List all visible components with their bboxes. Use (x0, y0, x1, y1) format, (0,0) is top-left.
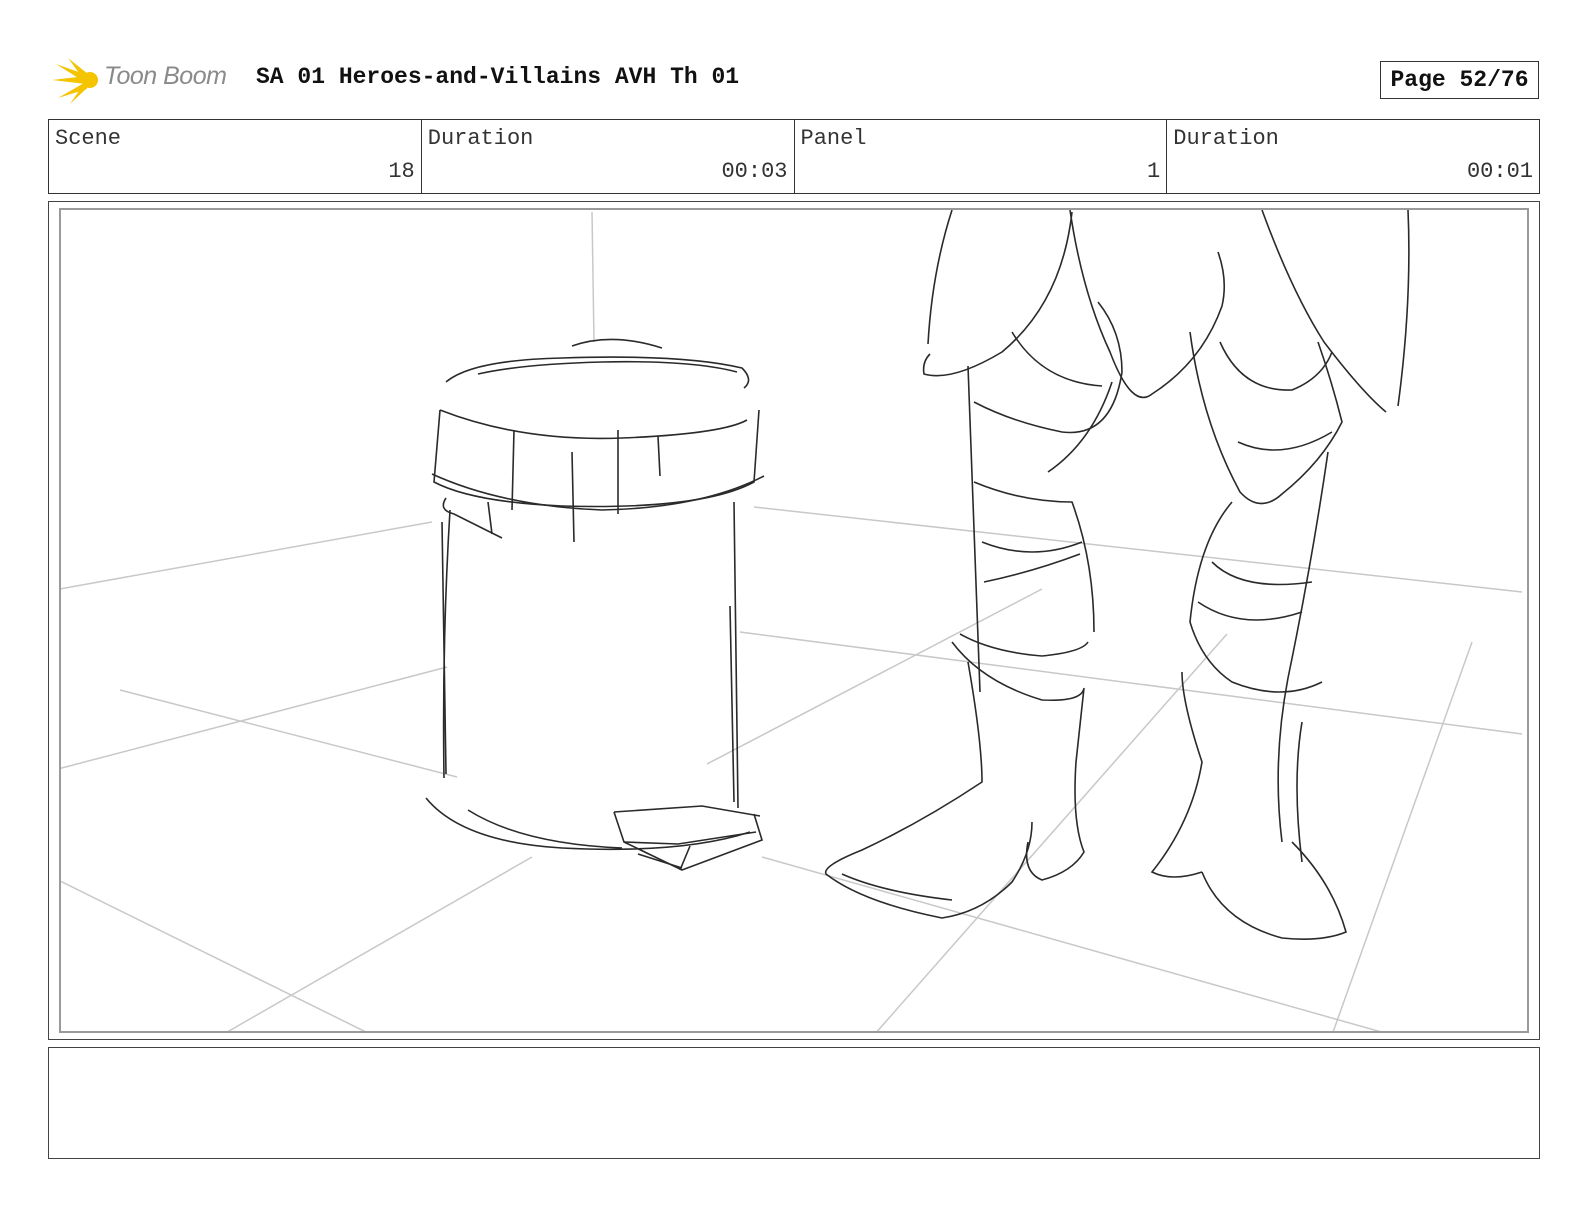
scene-label: Scene (55, 126, 122, 151)
panel-duration-cell: Duration 00:01 (1167, 120, 1539, 193)
storyboard-sketch (61, 210, 1523, 1031)
character-legs-sketch (824, 210, 1410, 940)
scene-duration-value: 00:03 (721, 159, 788, 184)
starburst-icon (52, 58, 98, 104)
scene-value: 18 (388, 159, 415, 184)
panel-info-table: Scene 18 Duration 00:03 Panel 1 Duration… (48, 119, 1540, 194)
panel-image (59, 208, 1529, 1033)
page-number: Page 52/76 (1380, 61, 1539, 99)
panel-notes (48, 1047, 1540, 1159)
scene-duration-label: Duration (427, 126, 534, 151)
document-title: SA 01 Heroes-and-Villains AVH Th 01 (256, 64, 740, 90)
panel-label: Panel (800, 126, 867, 151)
panel-cell: Panel 1 (795, 120, 1168, 193)
floor-guide-lines (61, 211, 1523, 1031)
panel-duration-value: 00:01 (1466, 159, 1533, 184)
logo-text: Toon Boom (104, 62, 227, 90)
panel-value: 1 (1147, 159, 1161, 184)
panel-duration-label: Duration (1173, 126, 1279, 151)
scene-duration-cell: Duration 00:03 (422, 120, 795, 193)
trash-can-sketch (425, 338, 765, 871)
scene-cell: Scene 18 (49, 120, 422, 193)
